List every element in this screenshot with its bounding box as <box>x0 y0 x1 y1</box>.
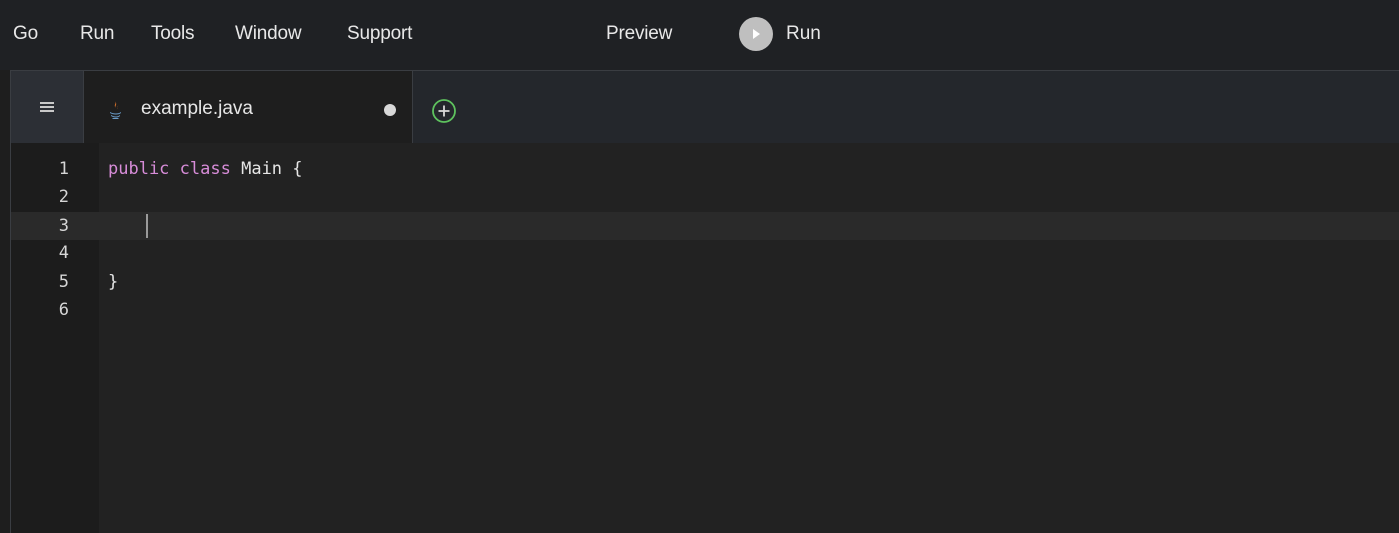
run-label: Run <box>786 23 821 44</box>
line-number: 5 <box>58 272 69 292</box>
active-line-highlight <box>11 212 1399 240</box>
line-number: 4 <box>58 243 69 263</box>
code-line: } <box>108 272 119 292</box>
tab-label: example.java <box>141 98 253 119</box>
code-area[interactable] <box>99 143 1399 533</box>
java-icon <box>110 101 121 119</box>
code-editor[interactable]: 1 2 3 4 5 6 public class Main { } <box>10 143 1399 533</box>
line-number: 3 <box>58 216 69 236</box>
play-icon <box>739 17 773 51</box>
tab-example-java[interactable]: example.java <box>83 71 413 144</box>
plus-circle-icon[interactable] <box>431 98 457 124</box>
menu-bar: Go Run Tools Window Support Preview Run <box>0 0 1399 70</box>
unsaved-indicator[interactable] <box>384 104 396 116</box>
line-number: 1 <box>58 159 69 179</box>
menu-go[interactable]: Go <box>13 23 38 45</box>
code-text: Main { <box>230 159 303 179</box>
line-number: 2 <box>58 187 69 207</box>
text-cursor <box>146 214 148 238</box>
menu-tools[interactable]: Tools <box>151 23 195 45</box>
menu-support[interactable]: Support <box>347 23 412 45</box>
code-keyword: public <box>108 159 170 179</box>
run-button[interactable]: Run <box>739 17 821 51</box>
ide-window: Go Run Tools Window Support Preview Run <box>0 0 1399 533</box>
menu-window[interactable]: Window <box>235 23 302 45</box>
line-number: 6 <box>58 300 69 320</box>
menu-run[interactable]: Run <box>80 23 114 45</box>
hamburger-icon[interactable] <box>11 71 83 143</box>
preview-button[interactable]: Preview <box>606 23 672 45</box>
code-keyword: class <box>179 159 231 179</box>
tab-bar: example.java <box>10 70 1399 144</box>
code-line: public class Main { <box>108 158 303 180</box>
